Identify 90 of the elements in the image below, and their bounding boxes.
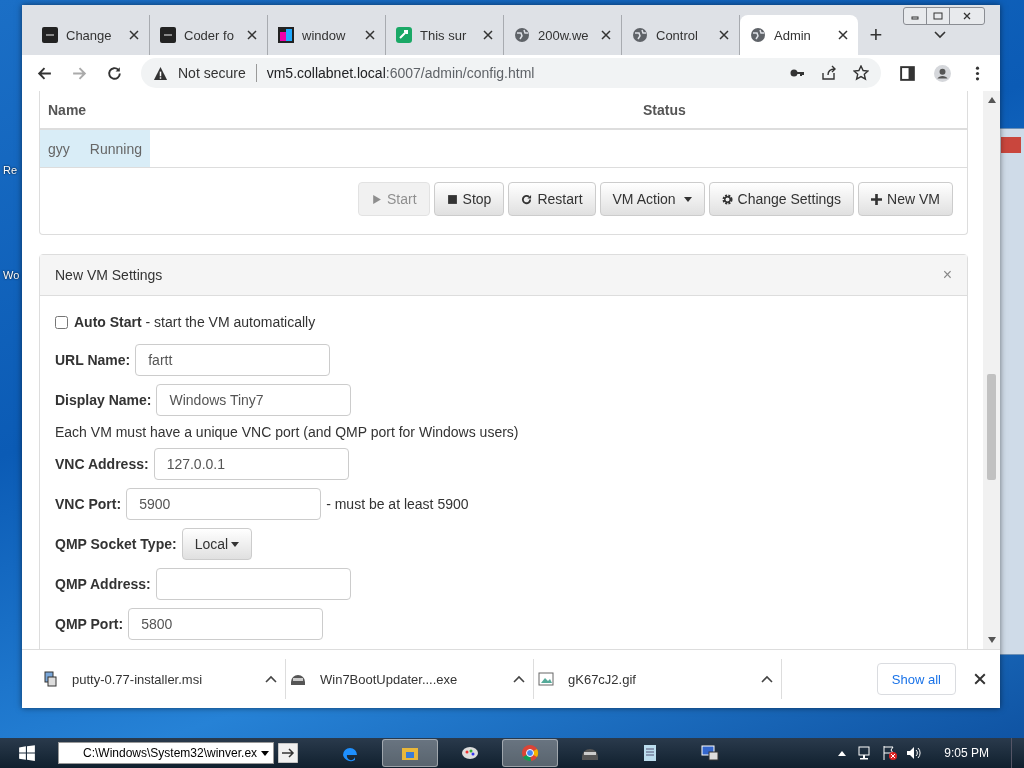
- windows-start-icon[interactable]: [18, 744, 36, 762]
- star-icon[interactable]: [853, 65, 869, 81]
- table-cell: gyy: [48, 140, 70, 157]
- vm-action-button[interactable]: Change Settings: [708, 182, 855, 216]
- input-field[interactable]: 5900: [126, 488, 322, 520]
- flag-icon[interactable]: [882, 745, 899, 761]
- app-icon: [160, 27, 176, 43]
- app-icon: [42, 27, 58, 43]
- chevron-up-icon[interactable]: [513, 675, 525, 683]
- caret-icon[interactable]: [261, 750, 269, 756]
- globe-icon: [750, 27, 766, 43]
- panel-title: New VM Settings: [55, 267, 163, 283]
- reload-icon[interactable]: [106, 64, 123, 82]
- share-icon[interactable]: [821, 65, 837, 81]
- plus-icon: [871, 193, 883, 205]
- field-label: QMP Socket Type:: [55, 536, 177, 552]
- show-all-button[interactable]: Show all: [876, 663, 956, 695]
- field-label: Display Name:: [55, 392, 152, 408]
- input-field[interactable]: 5800: [128, 608, 324, 640]
- app-icon: [396, 27, 412, 43]
- close-icon[interactable]: [719, 30, 729, 40]
- vm-action-button[interactable]: VM Action: [599, 182, 705, 216]
- close-icon[interactable]: [247, 30, 257, 40]
- vm-action-button[interactable]: Restart: [508, 182, 596, 216]
- column-header: Name: [47, 101, 88, 118]
- field-label: VNC Port:: [55, 496, 122, 512]
- app-icon: [278, 27, 294, 43]
- new-tab-button[interactable]: +: [858, 15, 894, 55]
- close-icon[interactable]: [365, 30, 375, 40]
- scrollbar-thumb[interactable]: [987, 374, 996, 480]
- tray-arrow-icon[interactable]: [838, 750, 847, 756]
- scrollbar[interactable]: [983, 91, 1000, 649]
- play-icon: [371, 193, 382, 205]
- go-arrow-icon[interactable]: [278, 743, 298, 763]
- profile-icon[interactable]: [934, 64, 951, 82]
- settings-icon: [721, 193, 733, 205]
- stop-icon: [446, 193, 458, 205]
- installer-icon: [42, 671, 58, 687]
- download-filename[interactable]: putty-0.77-installer.msi: [72, 671, 251, 687]
- desktop-icon-label[interactable]: Re: [3, 164, 18, 177]
- scroll-up-icon[interactable]: [987, 97, 996, 103]
- warning-icon: [153, 65, 168, 81]
- side-panel-icon[interactable]: [899, 64, 916, 82]
- checkbox-label: Auto Start - start the VM automatically: [74, 314, 316, 330]
- caret-icon: [231, 541, 240, 547]
- security-label: Not secure: [178, 65, 246, 81]
- column-header: Status: [643, 101, 686, 118]
- dropdown-button[interactable]: Local: [181, 528, 253, 560]
- auto-start-checkbox[interactable]: [55, 315, 68, 329]
- close-icon[interactable]: [483, 30, 493, 40]
- field-label: VNC Address:: [55, 456, 149, 472]
- close-icon[interactable]: [974, 673, 986, 685]
- monitor-icon: [700, 743, 720, 763]
- info-text: Each VM must have a unique VNC port (and QMP port for Windows users): [55, 424, 520, 440]
- close-icon[interactable]: [601, 30, 611, 40]
- chevron-down-icon[interactable]: [934, 31, 946, 39]
- volume-icon[interactable]: [906, 745, 923, 761]
- field-hint: - must be at least 5900: [326, 496, 469, 512]
- input-field[interactable]: 127.0.0.1: [153, 448, 349, 480]
- globe-icon: [632, 27, 648, 43]
- vm-row[interactable]: gyy Running: [40, 130, 150, 167]
- field-label: QMP Port:: [55, 616, 124, 632]
- image-file-icon: [538, 671, 554, 687]
- table-cell: Running: [89, 140, 142, 157]
- vm-action-button[interactable]: New VM: [858, 182, 953, 216]
- caret-icon: [683, 196, 692, 202]
- maximize-icon: [933, 11, 943, 21]
- close-icon[interactable]: [129, 30, 139, 40]
- desktop-icon-label[interactable]: Wo: [3, 269, 20, 282]
- download-filename[interactable]: gK67cJ2.gif: [568, 671, 747, 687]
- vm-action-button[interactable]: Stop: [433, 182, 505, 216]
- browser-icon: [520, 743, 540, 763]
- download-filename[interactable]: Win7BootUpdater....exe: [320, 671, 499, 687]
- clock[interactable]: 9:05 PM: [944, 746, 989, 760]
- restart-icon: [521, 193, 533, 205]
- address-bar[interactable]: Not secure vm5.collabnet.local:6007/admin/config.html: [141, 58, 881, 88]
- chevron-up-icon[interactable]: [761, 675, 773, 683]
- close-icon[interactable]: [838, 30, 848, 40]
- url-text: vm5.collabnet.local:6007/admin/config.html: [266, 65, 535, 81]
- field-label: QMP Address:: [55, 576, 151, 592]
- input-field[interactable]: fartt: [135, 344, 331, 376]
- address-field[interactable]: C:\Windows\System32\winver.ex: [58, 742, 274, 764]
- chevron-up-icon[interactable]: [265, 675, 277, 683]
- input-field[interactable]: Windows Tiny7: [156, 384, 352, 416]
- globe-icon: [514, 27, 530, 43]
- input-field[interactable]: [155, 568, 351, 600]
- browser-tab[interactable]: Admin: [740, 15, 858, 55]
- scroll-down-icon[interactable]: [987, 637, 996, 643]
- field-label: URL Name:: [55, 352, 131, 368]
- close-icon: [962, 11, 972, 21]
